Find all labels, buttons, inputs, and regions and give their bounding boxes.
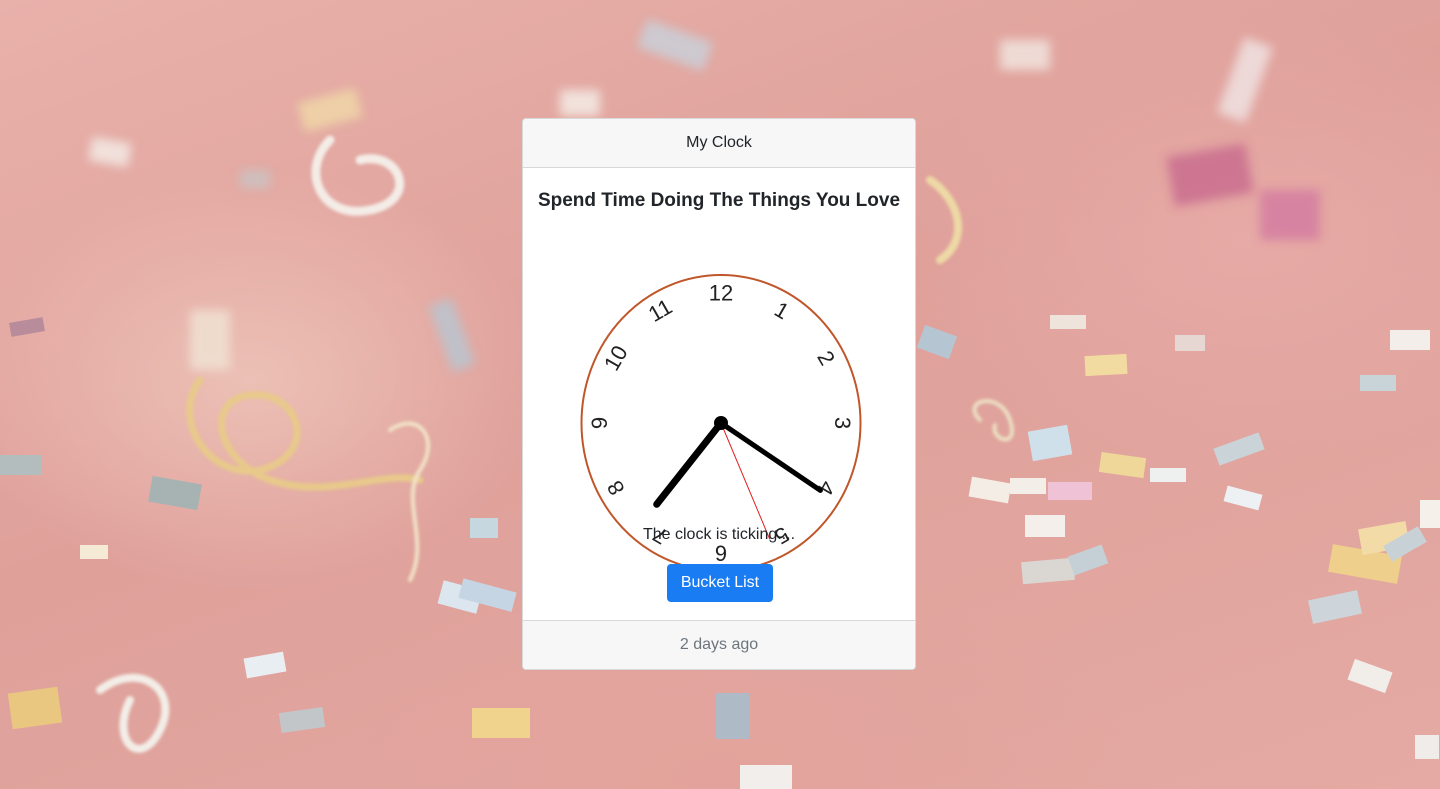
card-header-title: My Clock [686,134,752,151]
card-footer: 2 days ago [523,620,915,669]
clock-numeral: 6 [715,541,727,566]
bucket-list-button[interactable]: Bucket List [667,564,773,602]
footer-timestamp: 2 days ago [679,636,759,653]
clock-center-pin [714,416,728,430]
status-text: The clock is ticking.... [642,526,796,543]
clock-card: My Clock Spend Time Doing The Things You… [522,118,916,670]
clock-numeral: 3 [830,417,855,429]
card-title: Spend Time Doing The Things You Love [537,190,901,211]
card-header: My Clock [523,119,915,168]
card-body: Spend Time Doing The Things You Love 12 1… [523,168,915,622]
clock-numeral: 9 [587,417,612,429]
clock-numeral: 12 [709,281,733,306]
